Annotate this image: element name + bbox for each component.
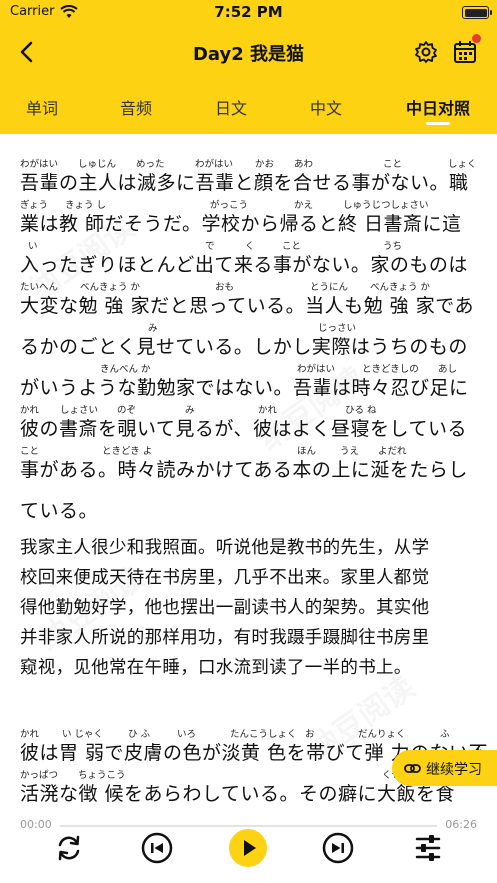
chinese-line: 得他勤勉好学，他也摆出一副读书人的架势。其实他 bbox=[20, 598, 430, 618]
settings-sliders-icon[interactable] bbox=[414, 833, 442, 863]
active-tab-indicator bbox=[426, 122, 450, 125]
chinese-line: 校回来便成天待在书房里，几乎不出来。家里人都觉 bbox=[20, 568, 430, 588]
settings-gear-icon[interactable] bbox=[414, 40, 438, 64]
status-bar: Carrier 7:52 PM bbox=[0, 0, 497, 26]
japanese-line: 彼の書斎を覗いて見るが、彼はよく昼寝をしている bbox=[20, 418, 467, 440]
current-time: 00:00 bbox=[20, 818, 52, 831]
japanese-line: 吾輩の主人は滅多に吾輩と顔を合せる事がない。職 bbox=[20, 172, 469, 194]
japanese-line: 活溌な徴 候をあらわしている。その癖に大飯を食 bbox=[20, 783, 455, 805]
link-icon bbox=[404, 764, 421, 773]
japanese-line: 大変な勉 強 家だと思っている。当人も勉 強 家であ bbox=[20, 295, 475, 317]
audio-player: 00:00 06:26 bbox=[0, 816, 497, 883]
japanese-line: ている。 bbox=[20, 500, 99, 522]
japanese-line: 入ったぎりほとんど出て来る事がない。家のものは bbox=[20, 254, 468, 276]
tab-chinese[interactable]: 中文 bbox=[296, 95, 356, 119]
tab-bar: 单词 音频 日文 中文 中日对照 bbox=[0, 86, 497, 130]
next-track-icon[interactable] bbox=[322, 832, 354, 864]
japanese-line: るかのごとく見せている。しかし実際はうちのもの bbox=[20, 336, 468, 358]
notification-dot bbox=[472, 34, 481, 43]
reading-content: 纳豆阅读 纳豆阅读 纳豆阅读 纳豆阅读 わがはいしゅじんめったわがはいかおあわこ… bbox=[0, 134, 497, 816]
total-time: 06:26 bbox=[445, 818, 477, 831]
tab-vocabulary[interactable]: 单词 bbox=[12, 95, 72, 119]
header-bar: Carrier 7:52 PM Day2 我是猫 单词 音频 日文 中文 中日对… bbox=[0, 0, 497, 134]
nav-bar: Day2 我是猫 bbox=[0, 28, 497, 76]
japanese-line: がいうような勤勉家ではない。吾輩は時々忍び足に bbox=[20, 377, 469, 399]
chinese-line: 窥视，见他常在午睡，口水流到读了一半的书上。 bbox=[20, 658, 412, 678]
tab-japanese[interactable]: 日文 bbox=[201, 95, 261, 119]
play-button[interactable] bbox=[228, 828, 268, 868]
japanese-line: 業は教 師だそうだ。学校から帰ると終 日書斎に這 bbox=[20, 213, 462, 235]
previous-track-icon[interactable] bbox=[141, 832, 173, 864]
clock: 7:52 PM bbox=[214, 3, 283, 21]
calendar-icon[interactable] bbox=[452, 39, 478, 65]
repeat-icon[interactable] bbox=[54, 833, 84, 863]
tab-audio[interactable]: 音频 bbox=[106, 95, 166, 119]
chinese-line: 并非家人所说的那样用功，有时我蹑手蹑脚往书房里 bbox=[20, 628, 430, 648]
japanese-line: 事がある。時々読みかけてある本の上に涎をたらし bbox=[20, 459, 468, 481]
progress-bar[interactable] bbox=[60, 825, 437, 827]
continue-learning-button[interactable]: 继续学习 bbox=[392, 750, 497, 786]
battery-icon bbox=[462, 6, 492, 19]
continue-learning-label: 继续学习 bbox=[426, 762, 482, 778]
tab-bilingual[interactable]: 中日对照 bbox=[398, 95, 478, 119]
chinese-line: 我家主人很少和我照面。听说他是教书的先生，从学 bbox=[20, 538, 430, 558]
